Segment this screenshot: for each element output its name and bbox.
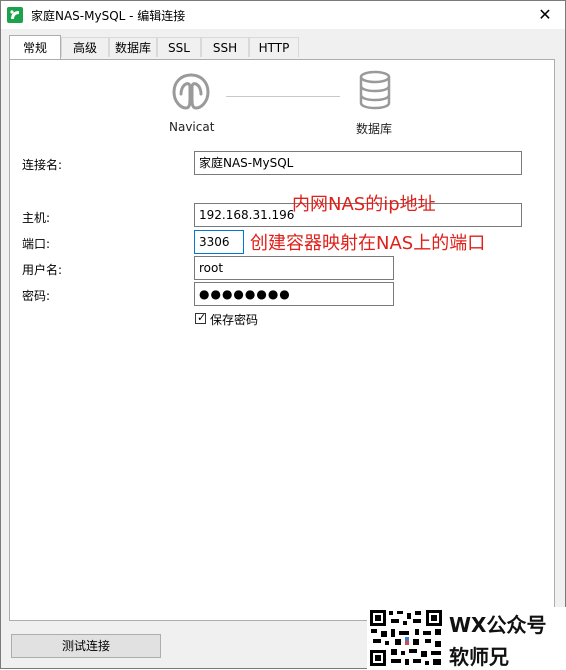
general-panel: Navicat 数据库 连接名: 家庭NAS-MySQL 主机: 192.168… (9, 59, 555, 621)
save-password-checkbox[interactable]: ✓ (195, 311, 207, 324)
title-bar: 家庭NAS-MySQL - 编辑连接 ✕ (1, 1, 565, 29)
port-input[interactable]: 3306 (194, 230, 244, 254)
username-label: 用户名: (22, 263, 63, 277)
watermark-line1: WX公众号 (449, 613, 547, 637)
tab-ssh[interactable]: SSH (201, 37, 249, 57)
watermark: WX公众号 软师兄 (367, 607, 566, 670)
database-icon (358, 70, 392, 110)
tab-ssl[interactable]: SSL (157, 37, 201, 57)
server-label: 数据库 (356, 122, 393, 136)
navicat-logo-icon (170, 70, 212, 112)
password-label: 密码: (22, 289, 51, 303)
navicat-app-icon (7, 7, 23, 23)
connection-name-input[interactable]: 家庭NAS-MySQL (194, 151, 522, 175)
connection-name-label: 连接名: (22, 158, 63, 172)
checkmark-icon: ✓ (197, 311, 207, 324)
dialog-window: 家庭NAS-MySQL - 编辑连接 ✕ 常规 高级 数据库 SSL SSH H… (0, 0, 566, 670)
tab-general[interactable]: 常规 (9, 35, 61, 59)
save-password-label[interactable]: 保存密码 (210, 311, 258, 328)
qr-code-icon (369, 609, 443, 667)
host-annotation: 内网NAS的ip地址 (292, 194, 436, 215)
username-input[interactable]: root (194, 256, 394, 280)
client-label: Navicat (169, 120, 215, 134)
window-title: 家庭NAS-MySQL - 编辑连接 (31, 9, 186, 23)
connection-line (226, 96, 340, 97)
watermark-line2: 软师兄 (449, 645, 509, 669)
password-input[interactable]: ●●●●●●●● (194, 282, 394, 306)
port-annotation: 创建容器映射在NAS上的端口 (250, 233, 486, 254)
close-icon[interactable]: ✕ (535, 5, 555, 25)
host-label: 主机: (22, 211, 51, 225)
port-label: 端口: (22, 237, 51, 251)
test-connection-button[interactable]: 测试连接 (11, 634, 161, 658)
tab-http[interactable]: HTTP (249, 37, 299, 57)
tab-databases[interactable]: 数据库 (109, 37, 157, 57)
tab-advanced[interactable]: 高级 (61, 37, 109, 57)
